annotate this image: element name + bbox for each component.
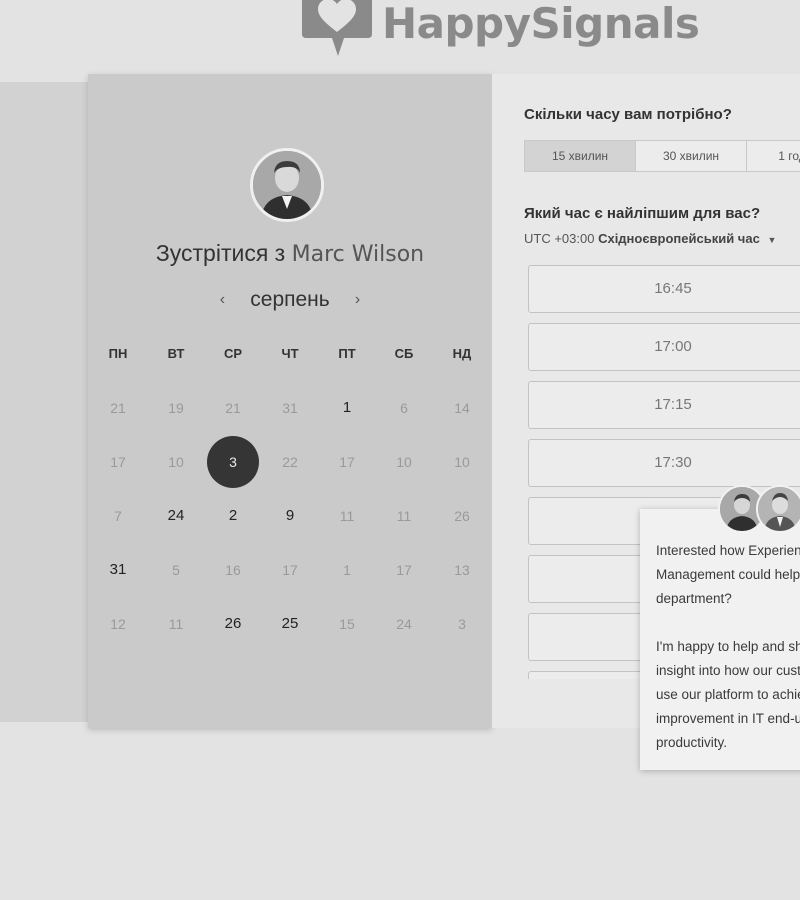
calendar-day[interactable]: 24 (150, 490, 202, 542)
calendar-panel: Зустрітися з Marc Wilson ‹ серпень › ПН … (88, 74, 492, 728)
weekday-header: ПН ВТ СР ЧТ ПТ СБ НД (88, 346, 492, 366)
heart-chat-icon (298, 0, 374, 58)
calendar-day: 17 (396, 562, 412, 578)
weekday-mon: ПН (108, 346, 128, 361)
time-question: Який час є найліпшим для вас? (524, 205, 761, 222)
duration-option-30[interactable]: 30 хвилин (636, 140, 747, 172)
calendar-day: 14 (454, 400, 470, 416)
calendar-day: 7 (114, 508, 122, 524)
calendar-day: 13 (454, 562, 470, 578)
calendar-day: 22 (282, 454, 298, 470)
caret-down-icon: ▼ (767, 235, 777, 245)
calendar-day: 6 (400, 400, 408, 416)
calendar-day: 24 (396, 616, 412, 632)
weekday-thu: ЧТ (281, 346, 299, 361)
calendar-day: 21 (225, 400, 241, 416)
calendar-day: 21 (110, 400, 126, 416)
host-avatar (250, 148, 324, 222)
meeting-title-prefix: Зустрітися з (155, 240, 286, 266)
calendar-day: 11 (396, 508, 412, 524)
calendar-day-selected[interactable]: 3 (207, 436, 259, 488)
calendar-day: 17 (339, 454, 355, 470)
calendar-day[interactable]: 31 (92, 544, 144, 596)
calendar-day: 16 (225, 562, 241, 578)
calendar-day: 1 (343, 562, 351, 578)
brand-logo[interactable]: HappySignals (298, 0, 700, 60)
time-slot[interactable]: 16:45 (528, 265, 800, 313)
weekday-sun: НД (452, 346, 472, 361)
calendar-day: 10 (396, 454, 412, 470)
weekday-wed: СР (223, 346, 243, 361)
calendar-day[interactable]: 9 (264, 490, 316, 542)
background-overlay (0, 82, 92, 722)
chat-message-2: I'm happy to help and shareinsight into … (656, 639, 800, 750)
calendar-day: 5 (172, 562, 180, 578)
chat-message-1: Interested how Experience Management coul… (656, 543, 800, 606)
time-slot[interactable]: 17:15 (528, 381, 800, 429)
calendar-day: 17 (282, 562, 298, 578)
chat-agent-avatar (756, 485, 800, 533)
calendar-day: 12 (110, 616, 126, 632)
meeting-title: Зустрітися з Marc Wilson (88, 240, 492, 267)
calendar-day: 3 (458, 616, 466, 632)
calendar-grid: 21 19 21 31 1 6 14 17 10 3 22 17 10 10 7 24 2 9 11 11 26 31 5 1… (88, 382, 492, 682)
duration-option-15[interactable]: 15 хвилин (524, 140, 636, 172)
calendar-day: 10 (454, 454, 470, 470)
duration-selector: 15 хвилин 30 хвилин 1 година (524, 140, 800, 172)
duration-option-60[interactable]: 1 година (747, 140, 800, 172)
calendar-day: 26 (454, 508, 470, 524)
weekday-fri: ПТ (338, 346, 356, 361)
next-month-chevron-icon[interactable]: › (344, 291, 372, 309)
calendar-day: 11 (168, 616, 184, 632)
calendar-day[interactable]: 2 (207, 490, 259, 542)
weekday-sat: СБ (394, 346, 414, 361)
calendar-day: 19 (168, 400, 184, 416)
timezone-selector[interactable]: UTC +03:00 Східноєвропейський час ▼ (524, 231, 776, 246)
month-label: серпень (250, 288, 330, 311)
calendar-day[interactable]: 25 (264, 598, 316, 650)
month-navigation: ‹ серпень › (88, 288, 492, 312)
time-slot[interactable]: 17:30 (528, 439, 800, 487)
calendar-day[interactable]: 26 (207, 598, 259, 650)
host-name: Marc Wilson (291, 242, 425, 267)
calendar-day: 10 (168, 454, 184, 470)
weekday-tue: ВТ (167, 346, 185, 361)
calendar-day: 15 (339, 616, 355, 632)
calendar-day: 17 (110, 454, 126, 470)
timezone-offset: UTC +03:00 (524, 231, 595, 246)
prev-month-chevron-icon[interactable]: ‹ (208, 291, 236, 309)
time-slot[interactable]: 17:00 (528, 323, 800, 371)
calendar-day: 11 (339, 508, 355, 524)
duration-question: Скільки часу вам потрібно? (524, 106, 732, 123)
brand-name: HappySignals (382, 0, 700, 48)
timezone-name: Східноєвропейський час (598, 231, 760, 246)
chat-popup[interactable]: Interested how Experience Management coul… (640, 509, 800, 770)
calendar-day: 31 (282, 400, 298, 416)
calendar-day[interactable]: 1 (321, 382, 373, 434)
